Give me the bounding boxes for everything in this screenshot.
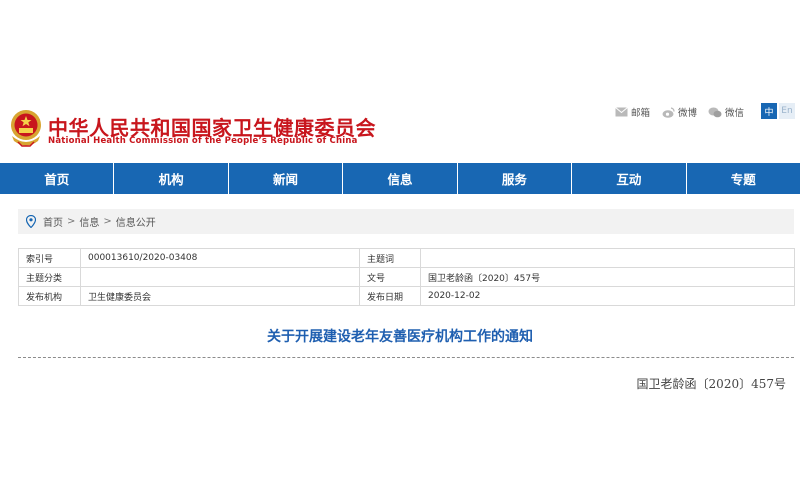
table-row: 主题分类 文号 国卫老龄函〔2020〕457号 (18, 267, 795, 287)
wechat-link[interactable]: 微信 (708, 105, 744, 119)
nav-item-organization[interactable]: 机构 (114, 163, 229, 194)
index-number-value: 000013610/2020-03408 (80, 248, 360, 268)
nav-item-news[interactable]: 新闻 (229, 163, 344, 194)
weibo-link[interactable]: 微博 (662, 105, 697, 119)
nav-item-home[interactable]: 首页 (0, 163, 115, 194)
index-number-label: 索引号 (18, 248, 81, 268)
nav-item-interaction[interactable]: 互动 (572, 163, 687, 194)
document-title: 关于开展建设老年友善医疗机构工作的通知 (267, 329, 533, 345)
breadcrumb-separator: > (103, 216, 112, 227)
nav-item-information[interactable]: 信息 (343, 163, 458, 194)
breadcrumb: 首页 > 信息 > 信息公开 (18, 209, 794, 234)
wechat-label: 微信 (725, 108, 745, 119)
breadcrumb-public-information[interactable]: 信息公开 (116, 214, 156, 229)
document-info-table: 索引号 000013610/2020-03408 主题词 主题分类 文号 国卫老… (18, 248, 795, 306)
publisher-value: 卫生健康委员会 (80, 286, 360, 306)
nav-item-topics[interactable]: 专题 (687, 163, 800, 194)
table-row: 发布机构 卫生健康委员会 发布日期 2020-12-02 (18, 286, 795, 306)
breadcrumb-separator: > (67, 216, 76, 227)
weibo-icon (662, 106, 675, 118)
nav-item-services[interactable]: 服务 (458, 163, 573, 194)
location-pin-icon (26, 215, 36, 228)
language-english-button[interactable]: En (779, 103, 795, 119)
publish-date-label: 发布日期 (359, 286, 421, 306)
keywords-value (420, 248, 795, 268)
document-number-label: 文号 (359, 267, 421, 287)
weibo-label: 微博 (678, 108, 698, 119)
site-title-english: National Health Commission of the People… (48, 136, 358, 146)
breadcrumb-home[interactable]: 首页 (43, 214, 63, 229)
mail-link[interactable]: 邮箱 (615, 105, 650, 119)
document-number-value: 国卫老龄函〔2020〕457号 (420, 267, 795, 287)
mail-icon (615, 107, 628, 117)
national-emblem-logo[interactable] (8, 108, 44, 148)
divider (18, 357, 794, 358)
main-nav: 首页 机构 新闻 信息 服务 互动 专题 (0, 163, 800, 194)
publisher-label: 发布机构 (18, 286, 81, 306)
keywords-label: 主题词 (359, 248, 421, 268)
document-reference-number: 国卫老龄函〔2020〕457号 (636, 377, 786, 391)
breadcrumb-information[interactable]: 信息 (79, 214, 99, 229)
table-row: 索引号 000013610/2020-03408 主题词 (18, 248, 795, 268)
category-label: 主题分类 (18, 267, 81, 287)
mail-label: 邮箱 (631, 108, 651, 119)
wechat-icon (708, 107, 722, 118)
publish-date-value: 2020-12-02 (420, 286, 795, 306)
language-chinese-button[interactable]: 中 (761, 103, 777, 119)
category-value (80, 267, 360, 287)
